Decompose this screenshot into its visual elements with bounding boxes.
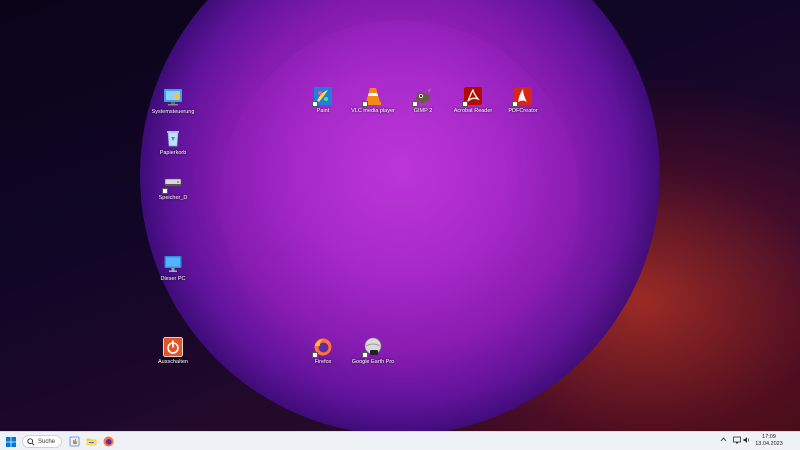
search-label: Suche — [38, 438, 56, 445]
icon-label: Google Earth Pro — [351, 359, 395, 365]
drive-icon — [162, 173, 183, 194]
desktop: Systemsteuerung Papierkorb Speicher_D Di… — [0, 0, 800, 431]
network-icon — [733, 436, 741, 444]
shortcut-arrow-icon — [512, 101, 518, 107]
file-explorer-icon — [86, 438, 96, 446]
shortcut-arrow-icon — [362, 352, 368, 358]
shortcut-arrow-icon — [312, 101, 318, 107]
shortcut-arrow-icon — [412, 101, 418, 107]
desktop-icon-speicher[interactable]: Speicher_D — [143, 173, 203, 202]
search-icon — [27, 437, 35, 446]
vlc-cone-icon — [362, 86, 383, 107]
tray-volume[interactable] — [743, 436, 751, 446]
taskbar-file-explorer[interactable] — [85, 434, 97, 449]
icon-label: Dieser PC — [160, 276, 186, 282]
control-panel-icon — [163, 87, 183, 107]
clock-time: 17:09 — [762, 434, 776, 440]
tray-overflow[interactable] — [720, 436, 727, 445]
icon-label: Systemsteuerung — [151, 109, 195, 115]
desktop-icon-google-earth[interactable]: Google Earth Pro — [343, 337, 403, 366]
google-earth-icon — [362, 337, 383, 358]
recycle-bin-icon — [163, 128, 183, 148]
icon-label: Papierkorb — [159, 150, 187, 156]
gimp-icon — [412, 86, 433, 107]
wallpaper-bloom-inner — [220, 20, 580, 380]
shortcut-arrow-icon — [312, 352, 318, 358]
desktop-icon-ausschalten[interactable]: Ausschalten — [143, 337, 203, 366]
taskbar: Suche 17:09 13.04.2023 — [0, 431, 800, 450]
icon-label: Ausschalten — [158, 359, 188, 365]
pdfcreator-icon — [512, 86, 533, 107]
power-icon — [163, 337, 183, 357]
paint-icon — [312, 86, 333, 107]
start-button[interactable] — [5, 434, 17, 449]
icon-label: PDFCreator — [508, 108, 538, 114]
hand-app-icon — [69, 436, 79, 447]
speaker-icon — [743, 437, 750, 443]
acrobat-reader-icon — [462, 86, 483, 107]
shortcut-arrow-icon — [162, 188, 168, 194]
tray-network[interactable] — [733, 436, 741, 446]
chevron-up-icon — [720, 437, 727, 442]
taskbar-firefox[interactable] — [102, 434, 114, 449]
desktop-icon-pdfcreator[interactable]: PDFCreator — [493, 86, 553, 115]
shortcut-arrow-icon — [462, 101, 468, 107]
icon-label: Speicher_D — [158, 195, 188, 201]
taskbar-search[interactable]: Suche — [22, 435, 62, 448]
taskbar-clock[interactable]: 17:09 13.04.2023 — [752, 434, 786, 448]
shortcut-arrow-icon — [362, 101, 368, 107]
firefox-icon — [312, 337, 333, 358]
desktop-icon-papierkorb[interactable]: Papierkorb — [143, 128, 203, 157]
firefox-icon — [103, 436, 113, 447]
taskbar-app-1[interactable] — [68, 434, 80, 449]
desktop-icon-systemsteuerung[interactable]: Systemsteuerung — [143, 87, 203, 116]
monitor-icon — [163, 254, 183, 274]
desktop-icon-dieser-pc[interactable]: Dieser PC — [143, 254, 203, 283]
start-icon — [6, 436, 16, 447]
clock-date: 13.04.2023 — [755, 441, 783, 447]
